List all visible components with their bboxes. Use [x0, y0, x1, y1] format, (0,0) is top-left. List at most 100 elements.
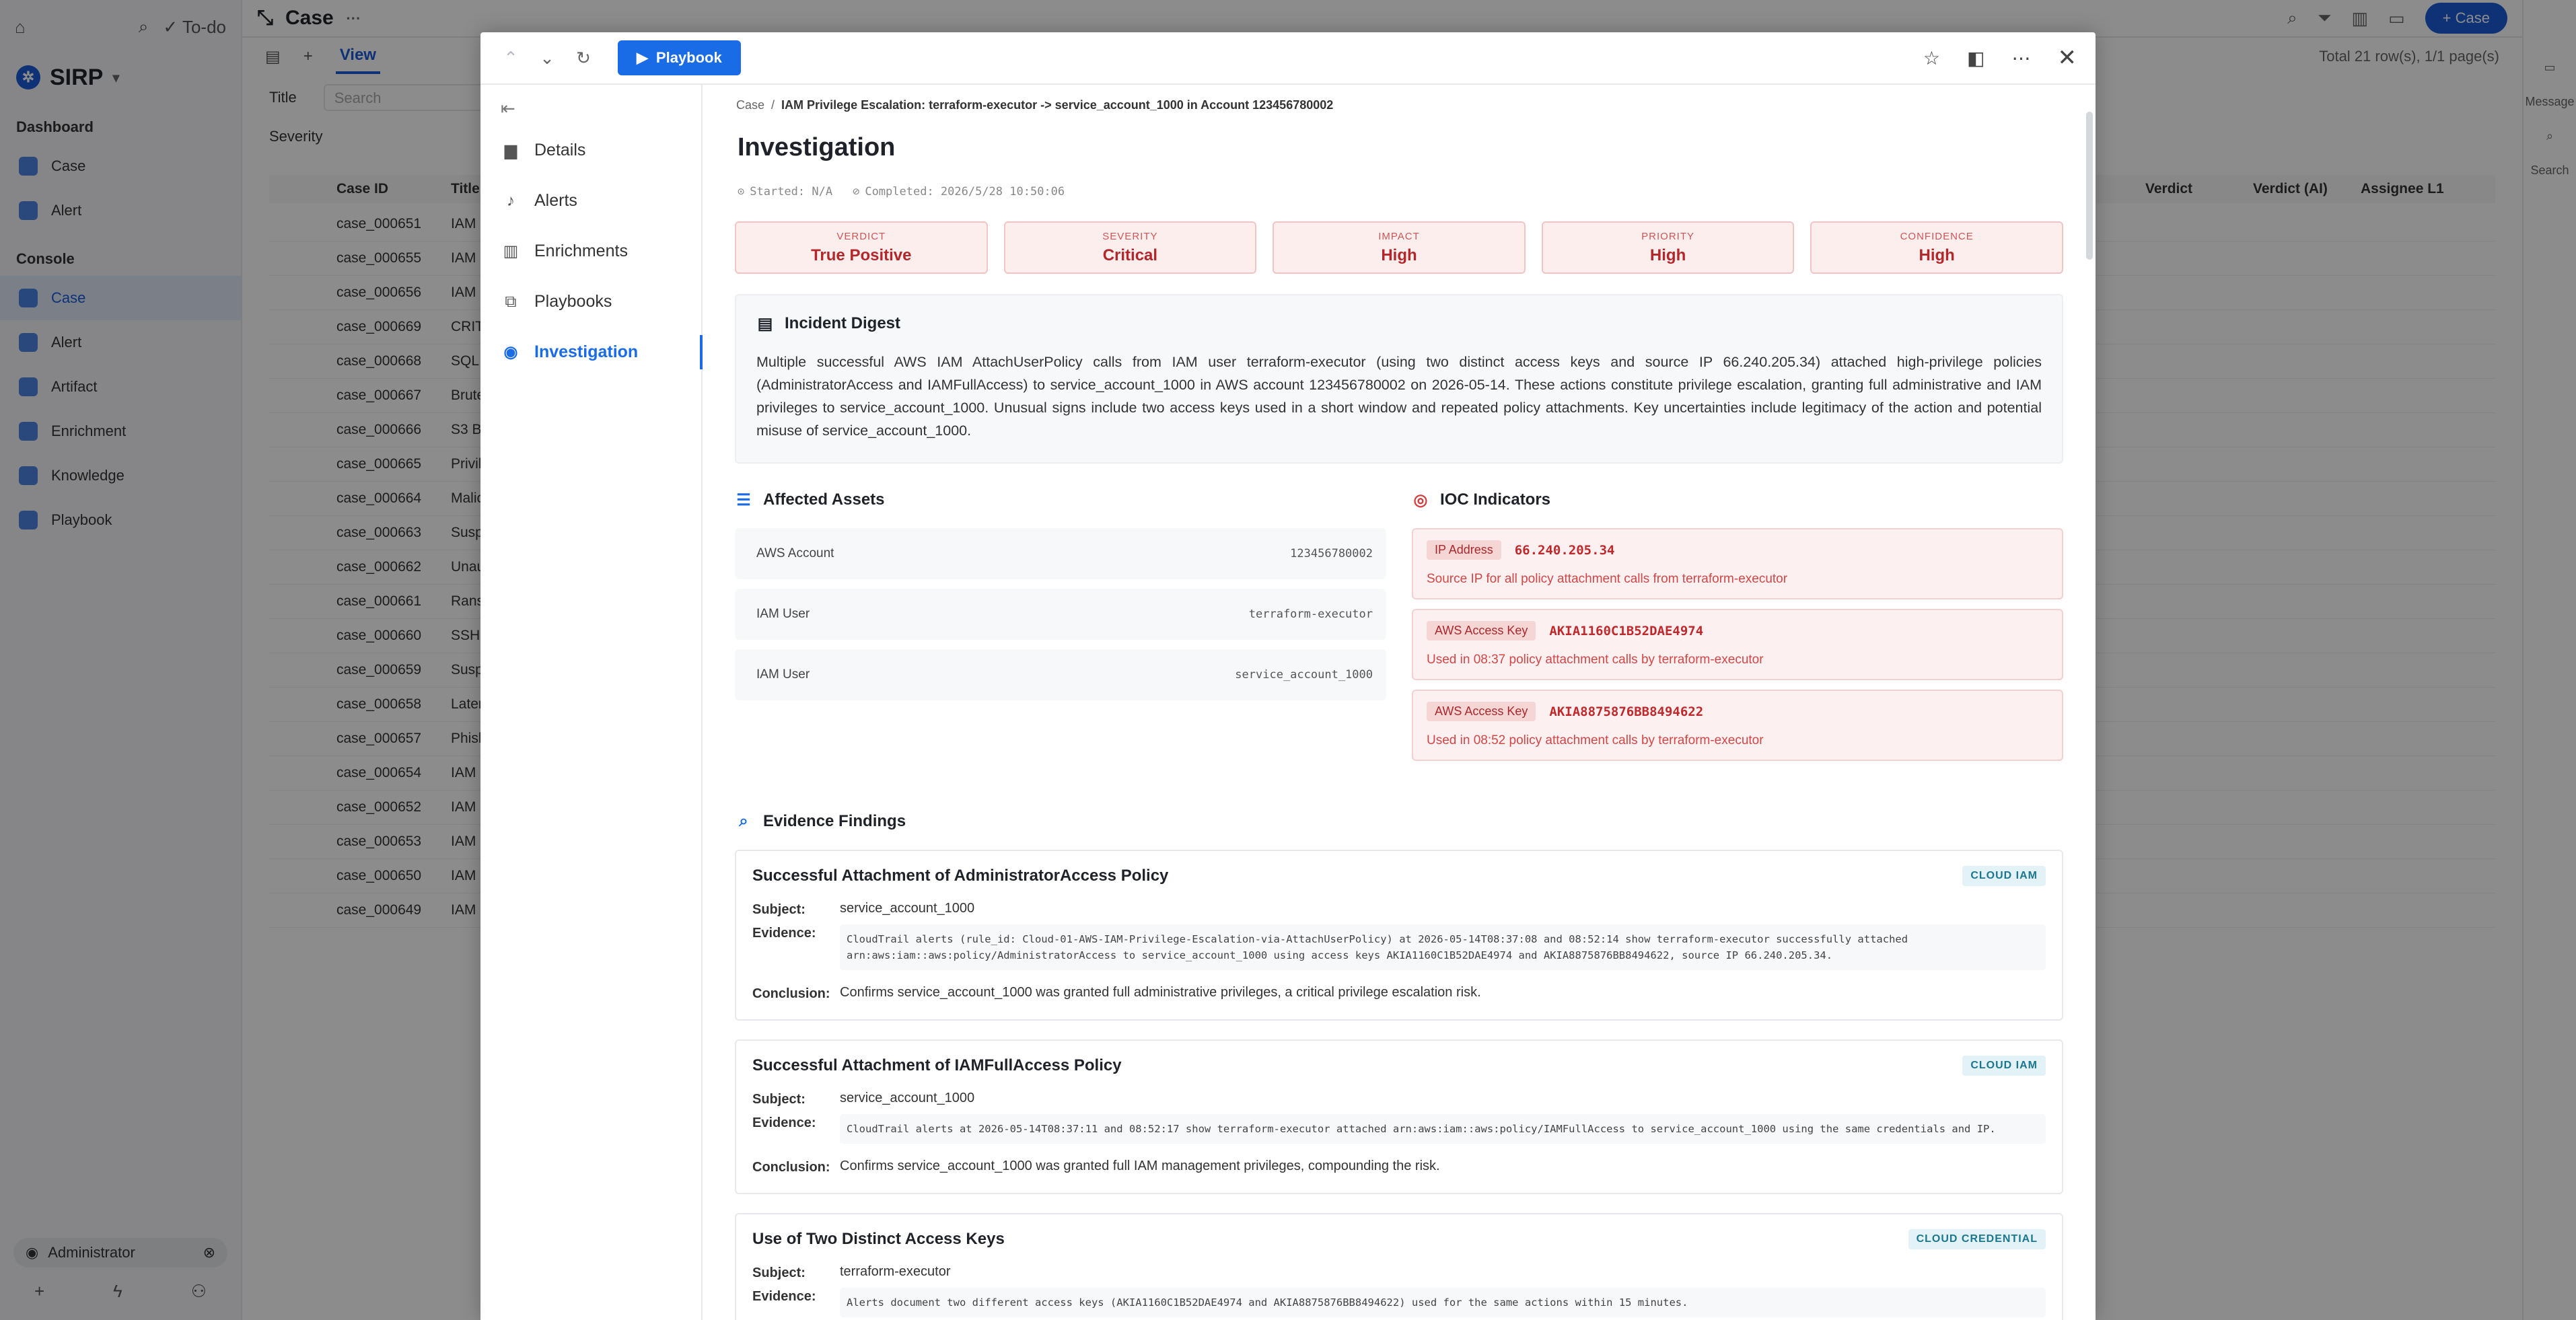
- subject-label: Subject:: [752, 1266, 806, 1280]
- tab-alerts[interactable]: ♪ Alerts: [480, 176, 701, 226]
- investigation-timeline: ⊙ Started: N/A ⊘ Completed: 2026/5/28 10:5…: [738, 185, 2063, 198]
- document-icon: ▤: [757, 314, 773, 333]
- chevron-down-icon[interactable]: ⌄: [536, 46, 559, 69]
- asset-row: IAM User service_account_1000: [735, 649, 1386, 700]
- chevron-up-icon[interactable]: ⌃: [499, 46, 522, 69]
- finding-badge: CLOUD IAM: [1962, 866, 2046, 886]
- content-scrollbar[interactable]: [2086, 112, 2093, 260]
- ioc-title: IOC Indicators: [1440, 490, 1551, 509]
- tab-details[interactable]: ▆ Details: [480, 125, 701, 176]
- finding-card: Use of Two Distinct Access Keys CLOUD CRE…: [735, 1213, 2063, 1320]
- finding-subject: terraform-executor: [840, 1264, 951, 1279]
- case-detail-modal: ⌃ ⌄ ↻ ▶ Playbook ☆ ◧ ⋯ ✕ ⇤ ▆ Details ♪ Ale…: [480, 32, 2096, 1320]
- ioc-indicators: ◎ IOC Indicators IP Address 66.240.205.34…: [1412, 490, 2063, 761]
- search-icon: ⌕: [739, 812, 748, 830]
- collapse-sidebar-icon[interactable]: ⇤: [480, 91, 701, 125]
- tab-label: Alerts: [534, 191, 577, 210]
- evidence-label: Evidence:: [752, 1289, 816, 1304]
- ioc-desc: Source IP for all policy attachment call…: [1427, 572, 1788, 586]
- findings-header: ⌕ Evidence Findings: [735, 812, 2063, 831]
- ioc-desc: Used in 08:52 policy attachment calls by…: [1427, 733, 1764, 747]
- modal-toolbar: ⌃ ⌄ ↻ ▶ Playbook ☆ ◧ ⋯ ✕: [480, 32, 2096, 85]
- tab-label: Investigation: [534, 342, 639, 361]
- card-label: SEVERITY: [1102, 230, 1158, 242]
- ioc-tag: AWS Access Key: [1427, 621, 1536, 640]
- check-circle-icon: ⊘: [853, 185, 860, 198]
- close-icon[interactable]: ✕: [2058, 44, 2077, 71]
- ioc-value: AKIA1160C1B52DAE4974: [1549, 623, 1704, 638]
- ioc-tag: AWS Access Key: [1427, 702, 1536, 721]
- assets-and-iocs: ☰ Affected Assets AWS Account 12345678000…: [735, 490, 2063, 761]
- finding-title: Use of Two Distinct Access Keys: [752, 1230, 1005, 1248]
- completed-time: ⊘ Completed: 2026/5/28 10:50:06: [853, 185, 1065, 198]
- ioc-header: ◎ IOC Indicators: [1412, 490, 2063, 509]
- card-label: CONFIDENCE: [1900, 230, 1974, 242]
- investigation-content: Case / IAM Privilege Escalation: terrafo…: [703, 85, 2096, 1320]
- split-view-icon[interactable]: ◧: [1967, 47, 1984, 69]
- digest-text: Multiple successful AWS IAM AttachUserPo…: [756, 354, 2042, 439]
- modal-actions: ☆ ◧ ⋯ ✕: [1923, 44, 2077, 71]
- play-circle-icon: ⊙: [738, 185, 745, 198]
- card-label: IMPACT: [1378, 230, 1420, 242]
- modal-body: ⇤ ▆ Details ♪ Alerts ▥ Enrichments ⧉ Playboo…: [480, 85, 2096, 1320]
- asset-value: service_account_1000: [1235, 668, 1373, 682]
- bell-icon: ♪: [507, 191, 515, 210]
- findings-title: Evidence Findings: [763, 812, 906, 830]
- breadcrumb: Case / IAM Privilege Escalation: terrafo…: [735, 91, 2063, 118]
- tab-playbooks[interactable]: ⧉ Playbooks: [480, 277, 701, 327]
- asset-type: IAM User: [756, 607, 810, 621]
- flow-icon: ⧉: [505, 292, 517, 311]
- asset-row: IAM User terraform-executor: [735, 589, 1386, 640]
- card-value: Critical: [1102, 246, 1158, 264]
- investigation-icon: ◉: [503, 343, 518, 361]
- conclusion-label: Conclusion:: [752, 1160, 830, 1175]
- ioc-item: IP Address 66.240.205.34 Source IP for al…: [1412, 528, 2063, 599]
- card-severity: SEVERITY Critical: [1003, 221, 1257, 274]
- more-icon[interactable]: ⋯: [2012, 47, 2031, 69]
- target-icon: ◎: [1413, 490, 1428, 509]
- star-icon[interactable]: ☆: [1923, 47, 1940, 69]
- ioc-item: AWS Access Key AKIA8875876BB8494622 Used …: [1412, 690, 2063, 761]
- asset-value: terraform-executor: [1248, 608, 1373, 621]
- tab-label: Enrichments: [534, 242, 628, 260]
- playbook-button[interactable]: ▶ Playbook: [618, 40, 741, 75]
- digest-header: ▤ Incident Digest: [756, 314, 2042, 333]
- breadcrumb-root[interactable]: Case: [736, 98, 764, 112]
- completed-text: Completed: 2026/5/28 10:50:06: [865, 185, 1065, 198]
- subject-label: Subject:: [752, 902, 806, 917]
- digest-title: Incident Digest: [785, 314, 901, 332]
- breadcrumb-current: IAM Privilege Escalation: terraform-exec…: [781, 98, 1334, 112]
- finding-evidence: CloudTrail alerts at 2026-05-14T08:37:11…: [840, 1114, 2046, 1144]
- card-value: High: [1919, 246, 1955, 264]
- finding-title: Successful Attachment of IAMFullAccess P…: [752, 1056, 1122, 1074]
- finding-title: Successful Attachment of AdministratorAc…: [752, 867, 1169, 885]
- tab-investigation[interactable]: ◉ Investigation: [480, 327, 703, 377]
- incident-digest: ▤ Incident Digest Multiple successful AW…: [735, 294, 2063, 464]
- card-verdict: VERDICT True Positive: [735, 221, 988, 274]
- tab-enrichments[interactable]: ▥ Enrichments: [480, 226, 701, 277]
- finding-card: Successful Attachment of AdministratorAc…: [735, 850, 2063, 1021]
- page-title: Investigation: [738, 133, 896, 161]
- started-time: ⊙ Started: N/A: [738, 185, 832, 198]
- assets-header: ☰ Affected Assets: [735, 490, 1386, 509]
- finding-evidence: Alerts document two different access key…: [840, 1288, 2046, 1317]
- tab-label: Playbooks: [534, 292, 612, 311]
- ioc-value: 66.240.205.34: [1514, 542, 1615, 558]
- folder-icon: ▆: [504, 141, 517, 159]
- card-impact: IMPACT High: [1273, 221, 1526, 274]
- card-priority: PRIORITY High: [1541, 221, 1795, 274]
- ioc-item: AWS Access Key AKIA1160C1B52DAE4974 Used …: [1412, 609, 2063, 680]
- conclusion-label: Conclusion:: [752, 986, 830, 1001]
- evidence-label: Evidence:: [752, 1115, 816, 1130]
- finding-conclusion: Confirms service_account_1000 was grante…: [840, 985, 1481, 1000]
- breadcrumb-separator: /: [771, 98, 775, 112]
- finding-badge: CLOUD IAM: [1962, 1056, 2046, 1076]
- finding-subject: service_account_1000: [840, 901, 975, 916]
- playbook-button-label: Playbook: [655, 49, 722, 66]
- assets-title: Affected Assets: [763, 490, 885, 509]
- summary-cards: VERDICT True Positive SEVERITY Critical IM…: [735, 221, 2063, 274]
- refresh-icon[interactable]: ↻: [572, 46, 595, 69]
- ioc-desc: Used in 08:37 policy attachment calls by…: [1427, 653, 1764, 667]
- finding-conclusion: Confirms service_account_1000 was grante…: [840, 1159, 1440, 1173]
- card-label: PRIORITY: [1641, 230, 1694, 242]
